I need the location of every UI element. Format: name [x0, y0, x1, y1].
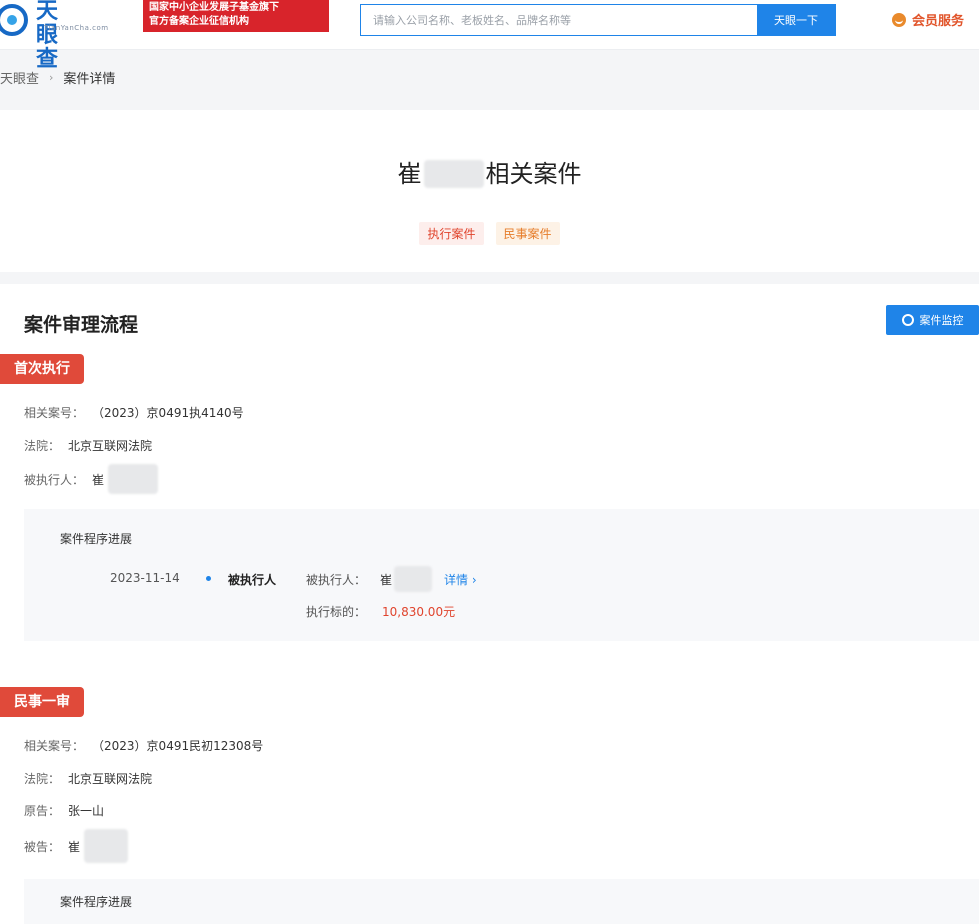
breadcrumb-home-link[interactable]: 天眼查	[0, 68, 39, 87]
case-monitor-label: 案件监控	[919, 314, 964, 327]
progress-panel: 案件程序进展 2023-11-14 被执行人 被执行人： 崔 详情 › 执行标的…	[24, 509, 979, 641]
tab-execution-cases[interactable]: 执行案件	[419, 222, 484, 245]
vip-service-link[interactable]: 会员服务	[892, 10, 964, 29]
logo-domain: TianYanCha.com	[44, 24, 109, 32]
title-card: 崔 相关案件 执行案件 民事案件	[0, 110, 979, 272]
search-bar: 天眼一下	[360, 4, 836, 36]
redacted-name	[108, 464, 159, 494]
title-name-prefix: 崔	[397, 160, 422, 188]
progress-party-label: 被执行人：	[306, 573, 367, 587]
execution-amount-label: 执行标的：	[306, 605, 367, 619]
case-tag-first-execution: 首次执行	[0, 354, 84, 384]
page-title: 崔 相关案件	[0, 154, 979, 189]
redacted-name	[394, 566, 433, 592]
case-tag-civil-first-instance: 民事一审	[0, 687, 84, 717]
progress-date: 2023-11-14	[110, 571, 180, 585]
redacted-name	[423, 160, 484, 188]
case-process-card: 案件审理流程 案件监控 首次执行 相关案号： （2023）京0491执4140号…	[0, 284, 979, 924]
case-number-row: 相关案号： （2023）京0491执4140号	[24, 404, 244, 421]
court-row: 法院： 北京互联网法院	[24, 770, 152, 787]
logo-text: 天眼查	[36, 0, 60, 72]
vip-label: 会员服务	[912, 14, 965, 29]
breadcrumb-separator: ›	[49, 71, 54, 84]
timeline-dot-icon	[206, 576, 211, 581]
progress-title: 案件程序进展	[60, 895, 133, 909]
executed-party-row: 被执行人： 崔	[24, 464, 159, 494]
case-number-label: 相关案号：	[24, 406, 85, 420]
case-number-row: 相关案号： （2023）京0491民初12308号	[24, 737, 263, 754]
search-input[interactable]	[361, 5, 757, 35]
court-row: 法院： 北京互联网法院	[24, 437, 152, 454]
tab-civil-cases[interactable]: 民事案件	[495, 222, 560, 245]
progress-role: 被执行人	[228, 573, 277, 587]
court-label: 法院：	[24, 439, 61, 453]
title-suffix: 相关案件	[485, 160, 582, 188]
court-name: 北京互联网法院	[68, 439, 153, 453]
plaintiff-name[interactable]: 张一山	[68, 802, 104, 819]
promo-line-1: 国家中小企业发展子基金旗下	[149, 2, 279, 13]
case-type-tabs: 执行案件 民事案件	[0, 222, 979, 245]
promo-banner[interactable]: 国家中小企业发展子基金旗下 官方备案企业征信机构	[143, 0, 329, 32]
redacted-name	[84, 829, 129, 863]
monitor-icon	[901, 314, 914, 326]
top-header: 天眼查 TianYanCha.com 国家中小企业发展子基金旗下 官方备案企业征…	[0, 0, 979, 72]
progress-detail-link[interactable]: 详情 ›	[444, 571, 477, 588]
progress-title: 案件程序进展	[60, 532, 133, 546]
promo-line-2: 官方备案企业征信机构	[149, 16, 249, 27]
breadcrumb: 天眼查 › 案件详情	[0, 68, 115, 87]
search-button[interactable]: 天眼一下	[757, 5, 835, 35]
case-number: （2023）京0491执4140号	[92, 406, 244, 420]
defendant-label: 被告：	[24, 839, 61, 854]
progress-panel: 案件程序进展	[24, 879, 979, 924]
case-number-label: 相关案号：	[24, 739, 85, 753]
defendant-row: 被告： 崔	[24, 829, 129, 863]
defendant-name[interactable]: 崔	[68, 838, 80, 855]
court-label: 法院：	[24, 772, 61, 786]
executed-party-label: 被执行人：	[24, 472, 85, 487]
executed-party-name[interactable]: 崔	[92, 471, 104, 488]
plaintiff-label: 原告：	[24, 804, 61, 818]
logo-eye-icon	[0, 3, 32, 37]
progress-party: 崔	[380, 566, 433, 592]
section-title: 案件审理流程	[24, 314, 139, 336]
breadcrumb-current: 案件详情	[63, 72, 116, 87]
execution-amount: 10,830.00元	[382, 605, 456, 619]
vip-icon	[892, 12, 906, 27]
plaintiff-row: 原告： 张一山	[24, 802, 104, 819]
case-monitor-button[interactable]: 案件监控	[886, 305, 979, 335]
case-number: （2023）京0491民初12308号	[92, 739, 264, 753]
site-logo[interactable]: 天眼查 TianYanCha.com	[0, 0, 108, 72]
court-name: 北京互联网法院	[68, 772, 153, 786]
progress-party-name[interactable]: 崔	[380, 571, 392, 588]
